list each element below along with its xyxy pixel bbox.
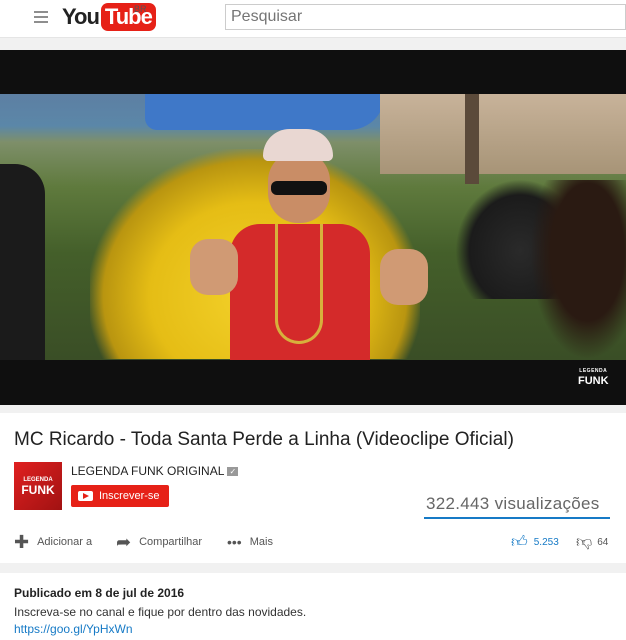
logo-tube-text: Tube [100, 3, 156, 31]
check-icon: ✓ [227, 467, 239, 477]
share-button[interactable]: ➦ Compartilhar [116, 527, 202, 557]
like-button[interactable]: 👍︎ 5.253 [511, 533, 559, 552]
plus-icon: ✚ [14, 532, 30, 552]
right-fist [380, 249, 428, 305]
add-to-label: Adicionar a [37, 536, 93, 548]
subscribe-label: Inscrever-se [99, 490, 160, 502]
publish-date: Publicado em 8 de jul de 2016 [14, 586, 185, 600]
description-panel: Publicado em 8 de jul de 2016 Inscreva-s… [0, 573, 626, 640]
like-ratio-bar [424, 517, 610, 519]
share-label: Compartilhar [139, 536, 203, 548]
video-frame [0, 94, 626, 360]
dark-car [0, 164, 45, 360]
subscribe-button[interactable]: Inscrever-se [71, 485, 169, 507]
view-count: 322.443 visualizações [426, 494, 600, 513]
search-input[interactable] [225, 4, 626, 30]
channel-watermark: LEGENDA FUNK [578, 366, 609, 387]
description-link[interactable]: https://goo.gl/YpHxWn [14, 622, 133, 636]
channel-avatar[interactable]: LEGENDA FUNK [14, 462, 62, 510]
thumbs-up-icon: 👍︎ [511, 534, 528, 551]
logo-you-text: You [62, 4, 100, 29]
video-info-panel: MC Ricardo - Toda Santa Perde a Linha (V… [0, 413, 626, 563]
action-bar: ✚ Adicionar a ➦ Compartilhar ••• Mais 👍︎… [0, 527, 626, 557]
left-fist [190, 239, 238, 295]
country-code: BR [134, 4, 147, 14]
watermark-main-text: FUNK [578, 375, 609, 387]
sunglasses [271, 181, 327, 195]
video-title: MC Ricardo - Toda Santa Perde a Linha (V… [14, 429, 514, 450]
thumbs-down-icon: 👎︎ [576, 534, 593, 551]
description-text: Inscreva-se no canal e fique por dentro … [14, 605, 307, 619]
dislike-count: 64 [597, 537, 609, 548]
dislike-button[interactable]: 👎︎ 64 [576, 533, 608, 552]
top-header: You Tube BR [0, 0, 626, 38]
singer-figure [190, 129, 428, 360]
add-to-button[interactable]: ✚ Adicionar a [14, 527, 92, 557]
share-icon: ➦ [116, 532, 132, 552]
menu-icon[interactable] [34, 11, 48, 23]
channel-name: LEGENDA FUNK ORIGINAL [71, 464, 225, 478]
like-count: 5.253 [533, 537, 559, 548]
youtube-play-icon [78, 491, 93, 501]
pool-background [145, 94, 385, 130]
woman-figure [530, 180, 626, 360]
more-button[interactable]: ••• Mais [227, 527, 273, 557]
more-icon: ••• [227, 534, 242, 550]
cap [263, 129, 333, 161]
video-player[interactable]: LEGENDA FUNK [0, 50, 626, 405]
tree-trunk [465, 94, 479, 184]
channel-name-link[interactable]: LEGENDA FUNK ORIGINAL ✓ [71, 464, 239, 478]
avatar-main-text: FUNK [21, 483, 55, 497]
gold-chain [275, 224, 323, 344]
more-label: Mais [249, 536, 273, 548]
